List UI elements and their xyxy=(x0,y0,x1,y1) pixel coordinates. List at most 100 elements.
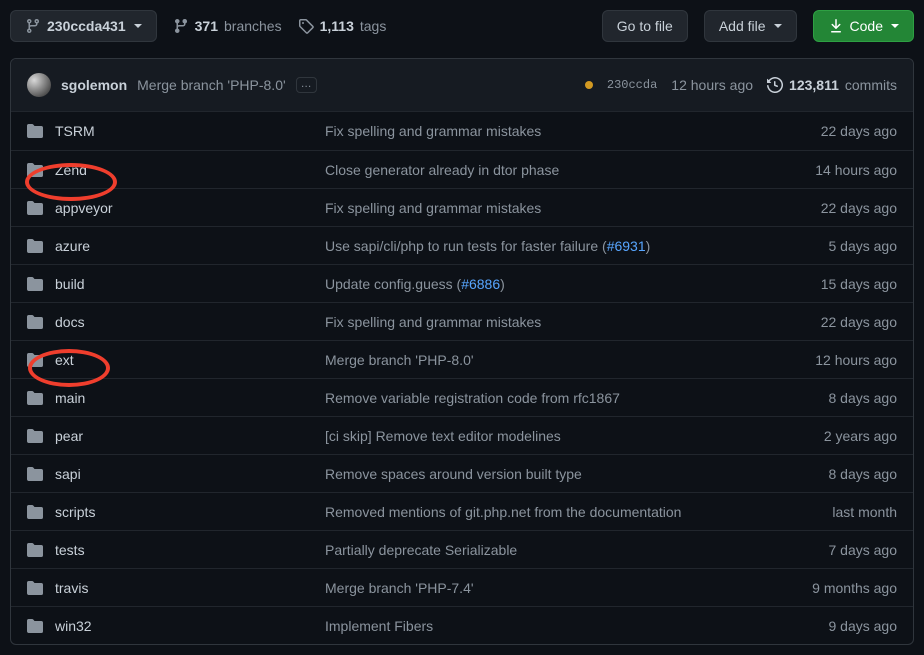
directory-link[interactable]: build xyxy=(55,276,85,292)
row-time[interactable]: 15 days ago xyxy=(767,276,897,292)
row-time[interactable]: 22 days ago xyxy=(767,200,897,216)
directory-link[interactable]: docs xyxy=(55,314,85,330)
table-row: win32 Implement Fibers 9 days ago xyxy=(11,606,913,644)
directory-link[interactable]: main xyxy=(55,390,85,406)
directory-link[interactable]: scripts xyxy=(55,504,95,520)
row-commit-msg-pre: [ci skip] Remove text editor modelines xyxy=(325,428,561,444)
add-file-button[interactable]: Add file xyxy=(704,10,797,42)
row-commit-msg-pre: Implement Fibers xyxy=(325,618,433,634)
row-commit-msg-pre: Fix spelling and grammar mistakes xyxy=(325,123,541,139)
table-row: Zend Close generator already in dtor phas… xyxy=(11,150,913,188)
issue-link[interactable]: #6931 xyxy=(607,238,646,254)
directory-link[interactable]: Zend xyxy=(55,162,87,178)
directory-link[interactable]: sapi xyxy=(55,466,81,482)
avatar[interactable] xyxy=(27,73,51,97)
row-commit-msg-pre: Merge branch 'PHP-8.0' xyxy=(325,352,474,368)
row-commit-msg-pre: Fix spelling and grammar mistakes xyxy=(325,314,541,330)
add-file-label: Add file xyxy=(719,18,766,34)
caret-down-icon xyxy=(774,24,782,28)
row-commit-message[interactable]: [ci skip] Remove text editor modelines xyxy=(325,428,767,444)
table-row: appveyor Fix spelling and grammar mistake… xyxy=(11,188,913,226)
table-row: azure Use sapi/cli/php to run tests for f… xyxy=(11,226,913,264)
table-row: tests Partially deprecate Serializable7 d… xyxy=(11,530,913,568)
row-time[interactable]: 2 years ago xyxy=(767,428,897,444)
row-commit-msg-post: ) xyxy=(646,238,651,254)
folder-icon xyxy=(27,580,43,596)
git-branch-icon xyxy=(173,18,189,34)
commit-sha[interactable]: 230ccda xyxy=(607,78,657,92)
commits-count: 123,811 xyxy=(789,77,839,93)
row-commit-message[interactable]: Partially deprecate Serializable xyxy=(325,542,767,558)
history-icon xyxy=(767,77,783,93)
row-commit-message[interactable]: Update config.guess (#6886) xyxy=(325,276,767,292)
row-time[interactable]: 22 days ago xyxy=(767,123,897,139)
caret-down-icon xyxy=(134,24,142,28)
row-commit-msg-post: ) xyxy=(500,276,505,292)
row-time[interactable]: 9 months ago xyxy=(767,580,897,596)
row-time[interactable]: 14 hours ago xyxy=(767,162,897,178)
directory-link[interactable]: win32 xyxy=(55,618,92,634)
table-row: sapi Remove spaces around version built t… xyxy=(11,454,913,492)
row-time[interactable]: 7 days ago xyxy=(767,542,897,558)
table-row: TSRM Fix spelling and grammar mistakes 22 … xyxy=(11,112,913,150)
row-commit-message[interactable]: Remove variable registration code from r… xyxy=(325,390,767,406)
table-row: build Update config.guess (#6886)15 days … xyxy=(11,264,913,302)
directory-link[interactable]: TSRM xyxy=(55,123,95,139)
folder-icon xyxy=(27,200,43,216)
issue-link[interactable]: #6886 xyxy=(461,276,500,292)
directory-link[interactable]: azure xyxy=(55,238,90,254)
download-icon xyxy=(828,18,844,34)
commits-link[interactable]: 123,811 commits xyxy=(767,77,897,93)
row-commit-msg-pre: Use sapi/cli/php to run tests for faster… xyxy=(325,238,607,254)
table-row: ext Merge branch 'PHP-8.0' 12 hours ago xyxy=(11,340,913,378)
tags-link[interactable]: 1,113 tags xyxy=(298,18,387,34)
row-time[interactable]: 5 days ago xyxy=(767,238,897,254)
folder-icon xyxy=(27,276,43,292)
row-commit-message[interactable]: Merge branch 'PHP-8.0' xyxy=(325,352,767,368)
directory-link[interactable]: pear xyxy=(55,428,83,444)
commit-time[interactable]: 12 hours ago xyxy=(671,77,753,93)
row-commit-message[interactable]: Fix spelling and grammar mistakes xyxy=(325,200,767,216)
tags-label: tags xyxy=(360,18,386,34)
table-row: docs Fix spelling and grammar mistakes 22 … xyxy=(11,302,913,340)
folder-icon xyxy=(27,618,43,634)
folder-icon xyxy=(27,504,43,520)
row-time[interactable]: 12 hours ago xyxy=(767,352,897,368)
commit-author[interactable]: sgolemon xyxy=(61,77,127,93)
branches-link[interactable]: 371 branches xyxy=(173,18,282,34)
row-commit-message[interactable]: Removed mentions of git.php.net from the… xyxy=(325,504,767,520)
row-commit-msg-pre: Remove variable registration code from r… xyxy=(325,390,620,406)
row-commit-message[interactable]: Fix spelling and grammar mistakes xyxy=(325,314,767,330)
row-time[interactable]: last month xyxy=(767,504,897,520)
commit-message[interactable]: Merge branch 'PHP-8.0' xyxy=(137,77,286,93)
tag-icon xyxy=(298,18,314,34)
row-time[interactable]: 8 days ago xyxy=(767,390,897,406)
row-commit-message[interactable]: Remove spaces around version built type xyxy=(325,466,767,482)
folder-icon xyxy=(27,314,43,330)
commit-ellipsis-button[interactable]: … xyxy=(296,77,317,92)
code-button[interactable]: Code xyxy=(813,10,914,42)
row-commit-message[interactable]: Merge branch 'PHP-7.4' xyxy=(325,580,767,596)
directory-link[interactable]: tests xyxy=(55,542,85,558)
row-commit-msg-pre: Removed mentions of git.php.net from the… xyxy=(325,504,681,520)
directory-link[interactable]: ext xyxy=(55,352,74,368)
row-commit-message[interactable]: Use sapi/cli/php to run tests for faster… xyxy=(325,238,767,254)
table-row: travis Merge branch 'PHP-7.4'9 months ago xyxy=(11,568,913,606)
directory-link[interactable]: travis xyxy=(55,580,88,596)
row-time[interactable]: 22 days ago xyxy=(767,314,897,330)
code-label: Code xyxy=(850,18,883,34)
ci-status-pending-icon[interactable] xyxy=(585,81,593,89)
row-commit-message[interactable]: Fix spelling and grammar mistakes xyxy=(325,123,767,139)
row-commit-msg-pre: Close generator already in dtor phase xyxy=(325,162,559,178)
directory-link[interactable]: appveyor xyxy=(55,200,113,216)
folder-icon xyxy=(27,542,43,558)
branch-select-button[interactable]: 230ccda431 xyxy=(10,10,157,42)
row-commit-message[interactable]: Close generator already in dtor phase xyxy=(325,162,767,178)
git-branch-icon xyxy=(25,18,41,34)
folder-icon xyxy=(27,162,43,178)
table-row: main Remove variable registration code fr… xyxy=(11,378,913,416)
row-time[interactable]: 9 days ago xyxy=(767,618,897,634)
go-to-file-button[interactable]: Go to file xyxy=(602,10,688,42)
row-time[interactable]: 8 days ago xyxy=(767,466,897,482)
row-commit-message[interactable]: Implement Fibers xyxy=(325,618,767,634)
